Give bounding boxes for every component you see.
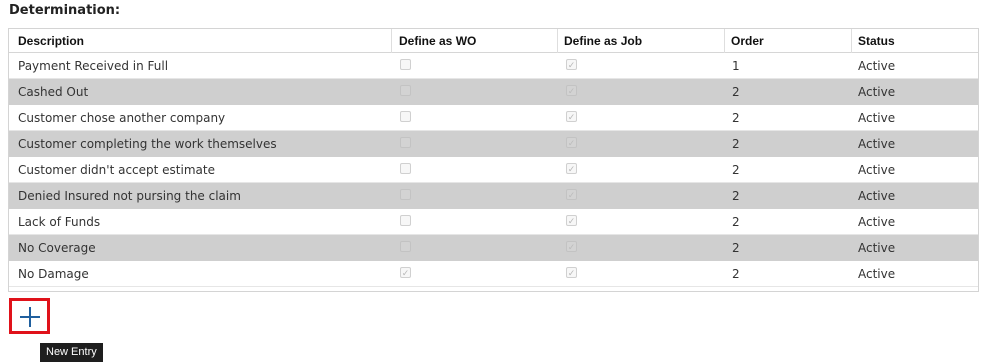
define-wo-checkbox[interactable] <box>400 215 411 226</box>
order-cell: 2 <box>732 85 740 99</box>
define-job-checkbox[interactable]: ✓ <box>566 241 577 252</box>
determination-table: Description Define as WO Define as Job O… <box>8 28 979 292</box>
define-wo-checkbox[interactable] <box>400 137 411 148</box>
column-divider <box>724 29 725 53</box>
order-cell: 2 <box>732 189 740 203</box>
status-cell: Active <box>858 267 896 281</box>
description-cell: Customer didn't accept estimate <box>18 163 215 177</box>
status-cell: Active <box>858 189 896 203</box>
table-row[interactable]: Customer didn't accept estimate ✓ 2 Active <box>9 157 978 183</box>
column-divider <box>557 29 558 53</box>
define-job-checkbox[interactable]: ✓ <box>566 215 577 226</box>
description-cell: No Coverage <box>18 241 96 255</box>
table-header: Description Define as WO Define as Job O… <box>9 29 978 53</box>
define-job-checkbox[interactable]: ✓ <box>566 111 577 122</box>
order-cell: 2 <box>732 137 740 151</box>
table-row[interactable]: Customer chose another company ✓ 2 Active <box>9 105 978 131</box>
column-header-order[interactable]: Order <box>731 29 764 53</box>
define-job-checkbox[interactable]: ✓ <box>566 59 577 70</box>
status-cell: Active <box>858 163 896 177</box>
status-cell: Active <box>858 85 896 99</box>
define-wo-checkbox[interactable] <box>400 111 411 122</box>
define-job-checkbox[interactable]: ✓ <box>566 163 577 174</box>
description-cell: No Damage <box>18 267 89 281</box>
table-row[interactable]: No Damage ✓ ✓ 2 Active <box>9 261 978 287</box>
status-cell: Active <box>858 111 896 125</box>
description-cell: Denied Insured not pursing the claim <box>18 189 241 203</box>
define-job-checkbox[interactable]: ✓ <box>566 137 577 148</box>
status-cell: Active <box>858 137 896 151</box>
section-title: Determination: <box>9 3 121 18</box>
new-entry-tooltip: New Entry <box>40 343 103 362</box>
description-cell: Customer chose another company <box>18 111 226 125</box>
column-header-define-job[interactable]: Define as Job <box>564 29 642 53</box>
table-row[interactable]: Denied Insured not pursing the claim ✓ 2 Ac… <box>9 183 978 209</box>
order-cell: 2 <box>732 241 740 255</box>
column-header-description[interactable]: Description <box>18 29 84 53</box>
define-wo-checkbox[interactable]: ✓ <box>400 267 411 278</box>
status-cell: Active <box>858 241 896 255</box>
description-cell: Lack of Funds <box>18 215 101 229</box>
column-header-define-wo[interactable]: Define as WO <box>399 29 476 53</box>
define-wo-checkbox[interactable] <box>400 85 411 96</box>
table-row[interactable]: No Coverage ✓ 2 Active <box>9 235 978 261</box>
description-cell: Cashed Out <box>18 85 89 99</box>
status-cell: Active <box>858 59 896 73</box>
define-wo-checkbox[interactable] <box>400 241 411 252</box>
define-wo-checkbox[interactable] <box>400 189 411 200</box>
order-cell: 1 <box>732 59 740 73</box>
column-header-status[interactable]: Status <box>858 29 895 53</box>
plus-icon <box>20 307 40 327</box>
order-cell: 2 <box>732 163 740 177</box>
table-row[interactable]: Lack of Funds ✓ 2 Active <box>9 209 978 235</box>
order-cell: 2 <box>732 267 740 281</box>
table-row[interactable]: Customer completing the work themselves ✓… <box>9 131 978 157</box>
description-cell: Customer completing the work themselves <box>18 137 277 151</box>
new-entry-button[interactable] <box>9 298 50 334</box>
column-divider <box>851 29 852 53</box>
define-wo-checkbox[interactable] <box>400 59 411 70</box>
status-cell: Active <box>858 215 896 229</box>
column-divider <box>391 29 392 53</box>
define-job-checkbox[interactable]: ✓ <box>566 85 577 96</box>
description-cell: Payment Received in Full <box>18 59 169 73</box>
define-job-checkbox[interactable]: ✓ <box>566 189 577 200</box>
table-row[interactable]: Payment Received in Full ✓ 1 Active <box>9 53 978 79</box>
order-cell: 2 <box>732 215 740 229</box>
table-row[interactable]: Cashed Out ✓ 2 Active <box>9 79 978 105</box>
define-job-checkbox[interactable]: ✓ <box>566 267 577 278</box>
define-wo-checkbox[interactable] <box>400 163 411 174</box>
order-cell: 2 <box>732 111 740 125</box>
